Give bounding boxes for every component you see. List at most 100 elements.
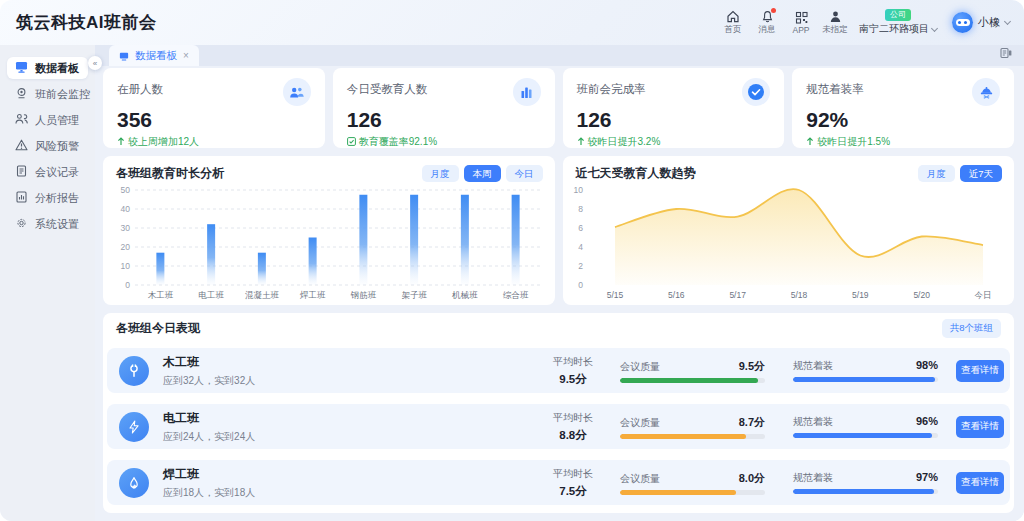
flame-icon [119, 468, 149, 498]
stat-card-completion: 班前会完成率 126 较昨日提升3.2% [563, 68, 785, 148]
team-row-carpentry: 木工班应到32人，实到32人 平均时长9.5分 会议质量9.5分 规范着装98%… [107, 348, 1010, 393]
tab-dashboard[interactable]: 数据看板 × [109, 45, 199, 66]
svg-text:木工班: 木工班 [148, 290, 174, 300]
filter-month-button[interactable]: 月度 [918, 165, 955, 182]
stat-card-educated: 今日受教育人数 126 教育覆盖率92.1% [333, 68, 555, 148]
chart-card-duration: 各班组教育时长分析 月度 本周 今日 [103, 156, 555, 305]
nav-messages[interactable]: 消息 [754, 10, 780, 36]
app-window: 筑云科技AI班前会 首页 消息 APP 未指定 公司 南宁二环路项目 [0, 0, 1024, 521]
svg-text:0: 0 [578, 280, 583, 290]
filter-week-button[interactable]: 本周 [464, 165, 501, 182]
svg-text:4: 4 [578, 242, 583, 252]
sidebar-item-monitor[interactable]: 班前会监控 [7, 83, 88, 105]
chevron-down-icon [931, 24, 938, 31]
svg-text:5/17: 5/17 [729, 290, 746, 300]
wrench-icon [119, 356, 149, 386]
svg-text:5/20: 5/20 [913, 290, 930, 300]
user-name: 小橡 [978, 15, 1000, 30]
arrow-up-icon [117, 137, 125, 148]
tab-options-icon[interactable] [1000, 45, 1012, 63]
company-badge: 公司 [885, 9, 911, 21]
dress-progress: 规范着装97% [793, 471, 938, 494]
sidebar-item-settings[interactable]: 系统设置 [7, 213, 88, 235]
svg-text:焊工班: 焊工班 [299, 290, 326, 300]
lightning-icon [119, 412, 149, 442]
tab-close-icon[interactable]: × [183, 50, 189, 61]
bar-chart-icon [513, 78, 541, 106]
app-title: 筑云科技AI班前会 [16, 11, 157, 34]
helmet-icon [972, 78, 1000, 106]
filter-month-button[interactable]: 月度 [422, 165, 459, 182]
view-details-button[interactable]: 查看详情 [956, 416, 1004, 438]
sidebar-collapse-button[interactable]: « [88, 56, 102, 70]
svg-text:钢筋班: 钢筋班 [350, 290, 377, 300]
nav-app[interactable]: APP [788, 11, 814, 35]
svg-text:2: 2 [578, 261, 583, 271]
svg-text:20: 20 [121, 242, 131, 252]
nav-home[interactable]: 首页 [720, 10, 746, 36]
svg-text:5/16: 5/16 [668, 290, 685, 300]
sidebar-item-dashboard[interactable]: 数据看板 [7, 57, 88, 79]
quality-progress: 会议质量8.0分 [620, 471, 765, 495]
svg-text:5/18: 5/18 [790, 290, 807, 300]
svg-text:机械班: 机械班 [451, 290, 478, 300]
users-icon [283, 78, 311, 106]
line-chart: 0 2 4 6 8 10 5/15 5/16 5/17 5/18 5/19 5/20 今日 [569, 184, 1009, 303]
chart-card-trend: 近七天受教育人数趋势 月度 近7天 02468105/155/165/ [563, 156, 1015, 305]
dress-progress: 规范着装96% [793, 415, 938, 438]
team-row-welding: 焊工班应到18人，实到18人 平均时长7.5分 会议质量8.0分 规范着装97%… [107, 460, 1010, 505]
camera-icon [15, 87, 28, 101]
project-selector[interactable]: 公司 南宁二环路项目 [859, 9, 937, 36]
dashboard-content: 在册人数 356 较上周增加12人 今日受教育人数 126 教育覆盖率92.1%… [95, 66, 1024, 521]
report-icon [15, 191, 28, 205]
svg-text:混凝土班: 混凝土班 [245, 290, 280, 300]
svg-text:0: 0 [125, 280, 130, 290]
svg-text:40: 40 [121, 204, 131, 214]
document-icon [15, 165, 28, 179]
user-icon [829, 10, 842, 23]
people-icon [15, 113, 28, 127]
svg-text:30: 30 [121, 223, 131, 233]
svg-text:5/15: 5/15 [606, 290, 623, 300]
sidebar-item-personnel[interactable]: 人员管理 [7, 109, 88, 131]
sidebar: 数据看板 班前会监控 人员管理 风险预警 会议记录 分析报告 系统设置 [0, 45, 95, 521]
chevron-down-icon [1004, 18, 1011, 25]
dress-progress: 规范着装98% [793, 359, 938, 382]
view-details-button[interactable]: 查看详情 [956, 360, 1004, 382]
svg-text:6: 6 [578, 223, 583, 233]
nav-unassigned[interactable]: 未指定 [822, 10, 848, 36]
team-row-electric: 电工班应到24人，实到24人 平均时长8.8分 会议质量8.7分 规范着装96%… [107, 404, 1010, 449]
arrow-up-icon [806, 137, 814, 148]
svg-text:5/19: 5/19 [852, 290, 869, 300]
stat-card-enrolled: 在册人数 356 较上周增加12人 [103, 68, 325, 148]
quality-progress: 会议质量8.7分 [620, 415, 765, 439]
svg-text:8: 8 [578, 204, 583, 214]
gear-icon [15, 217, 28, 231]
svg-text:架子班: 架子班 [401, 290, 427, 300]
check-circle-icon [742, 78, 770, 106]
team-count-badge[interactable]: 共8个班组 [942, 319, 1001, 338]
tab-bar: 数据看板 × [95, 45, 1024, 66]
sidebar-item-risk[interactable]: 风险预警 [7, 135, 88, 157]
view-details-button[interactable]: 查看详情 [956, 472, 1004, 494]
sidebar-item-records[interactable]: 会议记录 [7, 161, 88, 183]
stat-card-dress: 规范着装率 92% 较昨日提升1.5% [792, 68, 1014, 148]
project-name: 南宁二环路项目 [859, 22, 929, 36]
svg-text:综合班: 综合班 [503, 290, 529, 300]
svg-text:50: 50 [121, 185, 131, 195]
svg-text:今日: 今日 [974, 290, 991, 300]
arrow-up-icon [577, 137, 585, 148]
sidebar-item-reports[interactable]: 分析报告 [7, 187, 88, 209]
filter-today-button[interactable]: 今日 [506, 165, 543, 182]
quality-progress: 会议质量9.5分 [620, 359, 765, 383]
user-menu[interactable]: 小橡 [952, 12, 1010, 33]
monitor-icon [119, 47, 129, 65]
teams-section: 各班组今日表现 共8个班组 木工班应到32人，实到32人 平均时长9.5分 会议… [103, 313, 1014, 513]
warning-icon [15, 139, 28, 153]
svg-text:10: 10 [573, 185, 583, 195]
filter-7days-button[interactable]: 近7天 [960, 165, 1002, 182]
bar-chart: 01020304050木工班电工班混凝土班焊工班钢筋班架子班机械班综合班 [109, 184, 549, 303]
top-header: 筑云科技AI班前会 首页 消息 APP 未指定 公司 南宁二环路项目 [0, 0, 1024, 45]
home-icon [726, 10, 740, 23]
notification-dot [771, 8, 776, 13]
